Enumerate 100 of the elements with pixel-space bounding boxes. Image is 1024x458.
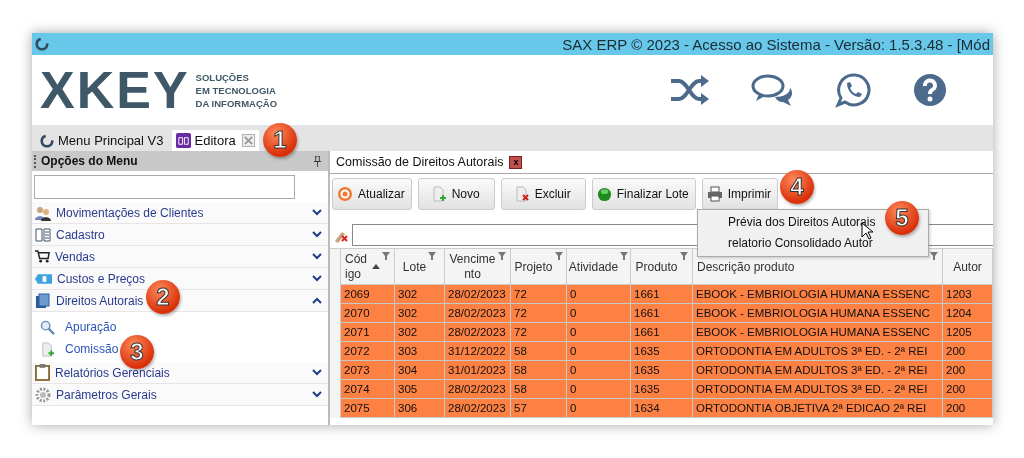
menu-item[interactable]: Apuração [40,318,117,336]
menu-group-label: Cadastro [56,227,105,242]
menu-group-label: Movimentações de Clientes [56,205,204,220]
table-cell: 302 [395,323,445,342]
table-cell: 305 [395,380,445,399]
toolbar-button[interactable]: Finalizar Lote [591,178,696,210]
toolbar-button[interactable]: Atualizar [332,178,412,210]
column-header[interactable]: Produto [631,249,693,285]
document-plus-icon [430,186,447,202]
table-cell: 28/02/2023 [445,380,511,399]
table-cell: 2072 [341,342,395,361]
logo-tagline: SOLUÇÕES [195,70,250,84]
menu-group[interactable]: Parâmetros Gerais [32,384,328,406]
app-logo-icon [35,37,49,51]
menu-group[interactable]: Relatórios Gerenciais [32,362,328,384]
shuffle-icon[interactable] [669,73,709,107]
search-icon [40,319,55,335]
cart-icon [35,249,50,264]
column-header[interactable]: Autor [943,249,993,285]
table-cell: ORTODONTIA OBJETIVA 2ª EDICAO 2ª REI [693,399,943,418]
table-cell: 58 [511,342,567,361]
menu-group-label: Vendas [55,249,96,264]
help-icon[interactable] [913,73,947,107]
panel-title: Opções do Menu [41,154,139,168]
circle-icon [596,186,612,202]
table-cell: 302 [395,304,445,323]
table-cell: EBOOK - EMBRIOLOGIA HUMANA ESSENC [693,304,943,323]
app-logo-icon [40,133,54,148]
table-cell: 28/02/2023 [445,399,511,418]
book-icon [175,133,191,148]
table-cell: 72 [511,304,567,323]
column-header[interactable]: Código [341,249,395,285]
filter-icon[interactable] [930,252,938,260]
table-cell: EBOOK - EMBRIOLOGIA HUMANA ESSENC [693,285,943,304]
module-tab[interactable]: Editora [171,130,259,151]
close-button[interactable]: x [509,155,523,169]
column-header[interactable]: Atividade [567,249,631,285]
ticket-icon [35,273,52,284]
table-cell: 58 [511,380,567,399]
table-cell: 1635 [631,361,693,380]
table-cell: 28/02/2023 [445,304,511,323]
filter-icon[interactable] [620,252,629,260]
table-cell: 1204 [943,304,993,323]
filter-icon[interactable] [428,252,437,260]
table-cell: 1635 [631,380,693,399]
toolbar-button[interactable]: Novo [417,178,495,210]
column-header[interactable]: Lote [395,249,445,285]
chat-icon[interactable] [751,73,793,107]
close-icon[interactable] [241,134,255,147]
module-tab[interactable]: Menu Principal V3 [36,130,168,151]
filter-icon[interactable] [679,252,688,260]
table-cell: 1661 [631,285,693,304]
table-cell: 200 [943,361,993,380]
window-title: SAX ERP © 2023 - Acesso ao Sistema - Versão: 1.5.3.48 - [Mód [562,35,990,53]
filter-icon[interactable] [554,252,563,260]
table-cell: 72 [511,323,567,342]
table-cell: 2075 [341,399,395,418]
people-icon [35,204,51,221]
menu-group[interactable]: Cadastro [32,224,328,246]
table-cell: 2070 [341,304,395,323]
refresh-icon [337,186,353,202]
table-cell: 0 [567,399,631,418]
document-delete-icon [513,186,530,202]
menu-item[interactable]: Prévia dos Direitos Autorais [728,212,876,233]
table-cell: 1661 [631,304,693,323]
menu-group[interactable]: Vendas [32,246,328,268]
menu-item[interactable]: Comissão [40,340,119,358]
table-cell: 1661 [631,323,693,342]
column-header[interactable]: Projeto [511,249,567,285]
toolbar-button[interactable]: Excluir [500,178,586,210]
table-cell: 200 [943,399,993,418]
table-cell: ORTODONTIA EM ADULTOS 3ª ED. - 2ª REI [693,380,943,399]
column-header[interactable]: Vencimento [445,249,511,285]
toolbar-button[interactable]: Imprimir [701,178,779,210]
table-cell: 200 [943,342,993,361]
search-field[interactable] [34,175,295,199]
table-cell: 28/02/2023 [445,285,511,304]
table-cell: EBOOK - EMBRIOLOGIA HUMANA ESSENC [693,323,943,342]
filter-icon[interactable] [498,252,506,260]
logo-wordmark: XKEY [40,64,190,116]
table-cell: 2069 [341,285,395,304]
table-cell: 200 [943,380,993,399]
table-cell: 28/02/2023 [445,323,511,342]
table-cell: 1203 [943,285,993,304]
logo-tagline: DA INFORMAÇÃO [195,96,278,110]
table-cell: 31/01/2023 [445,361,511,380]
menu-group[interactable]: Movimentações de Clientes [32,202,328,224]
table-cell: 2071 [341,323,395,342]
printer-icon [706,186,723,202]
phone-chat-icon[interactable] [835,72,871,108]
filter-icon[interactable] [382,252,390,260]
table-cell: 31/12/2022 [445,342,511,361]
document-plus-icon [40,341,55,357]
document-tab[interactable]: Comissão de Direitos Autorais [330,155,510,169]
table-cell: 1634 [631,399,693,418]
table-cell: ORTODONTIA EM ADULTOS 3ª ED. - 2ª REI [693,361,943,380]
table-cell: 0 [567,380,631,399]
pin-icon[interactable] [313,155,322,167]
menu-group-label: Custos e Preços [57,271,146,286]
clipboard-icon [35,364,50,381]
